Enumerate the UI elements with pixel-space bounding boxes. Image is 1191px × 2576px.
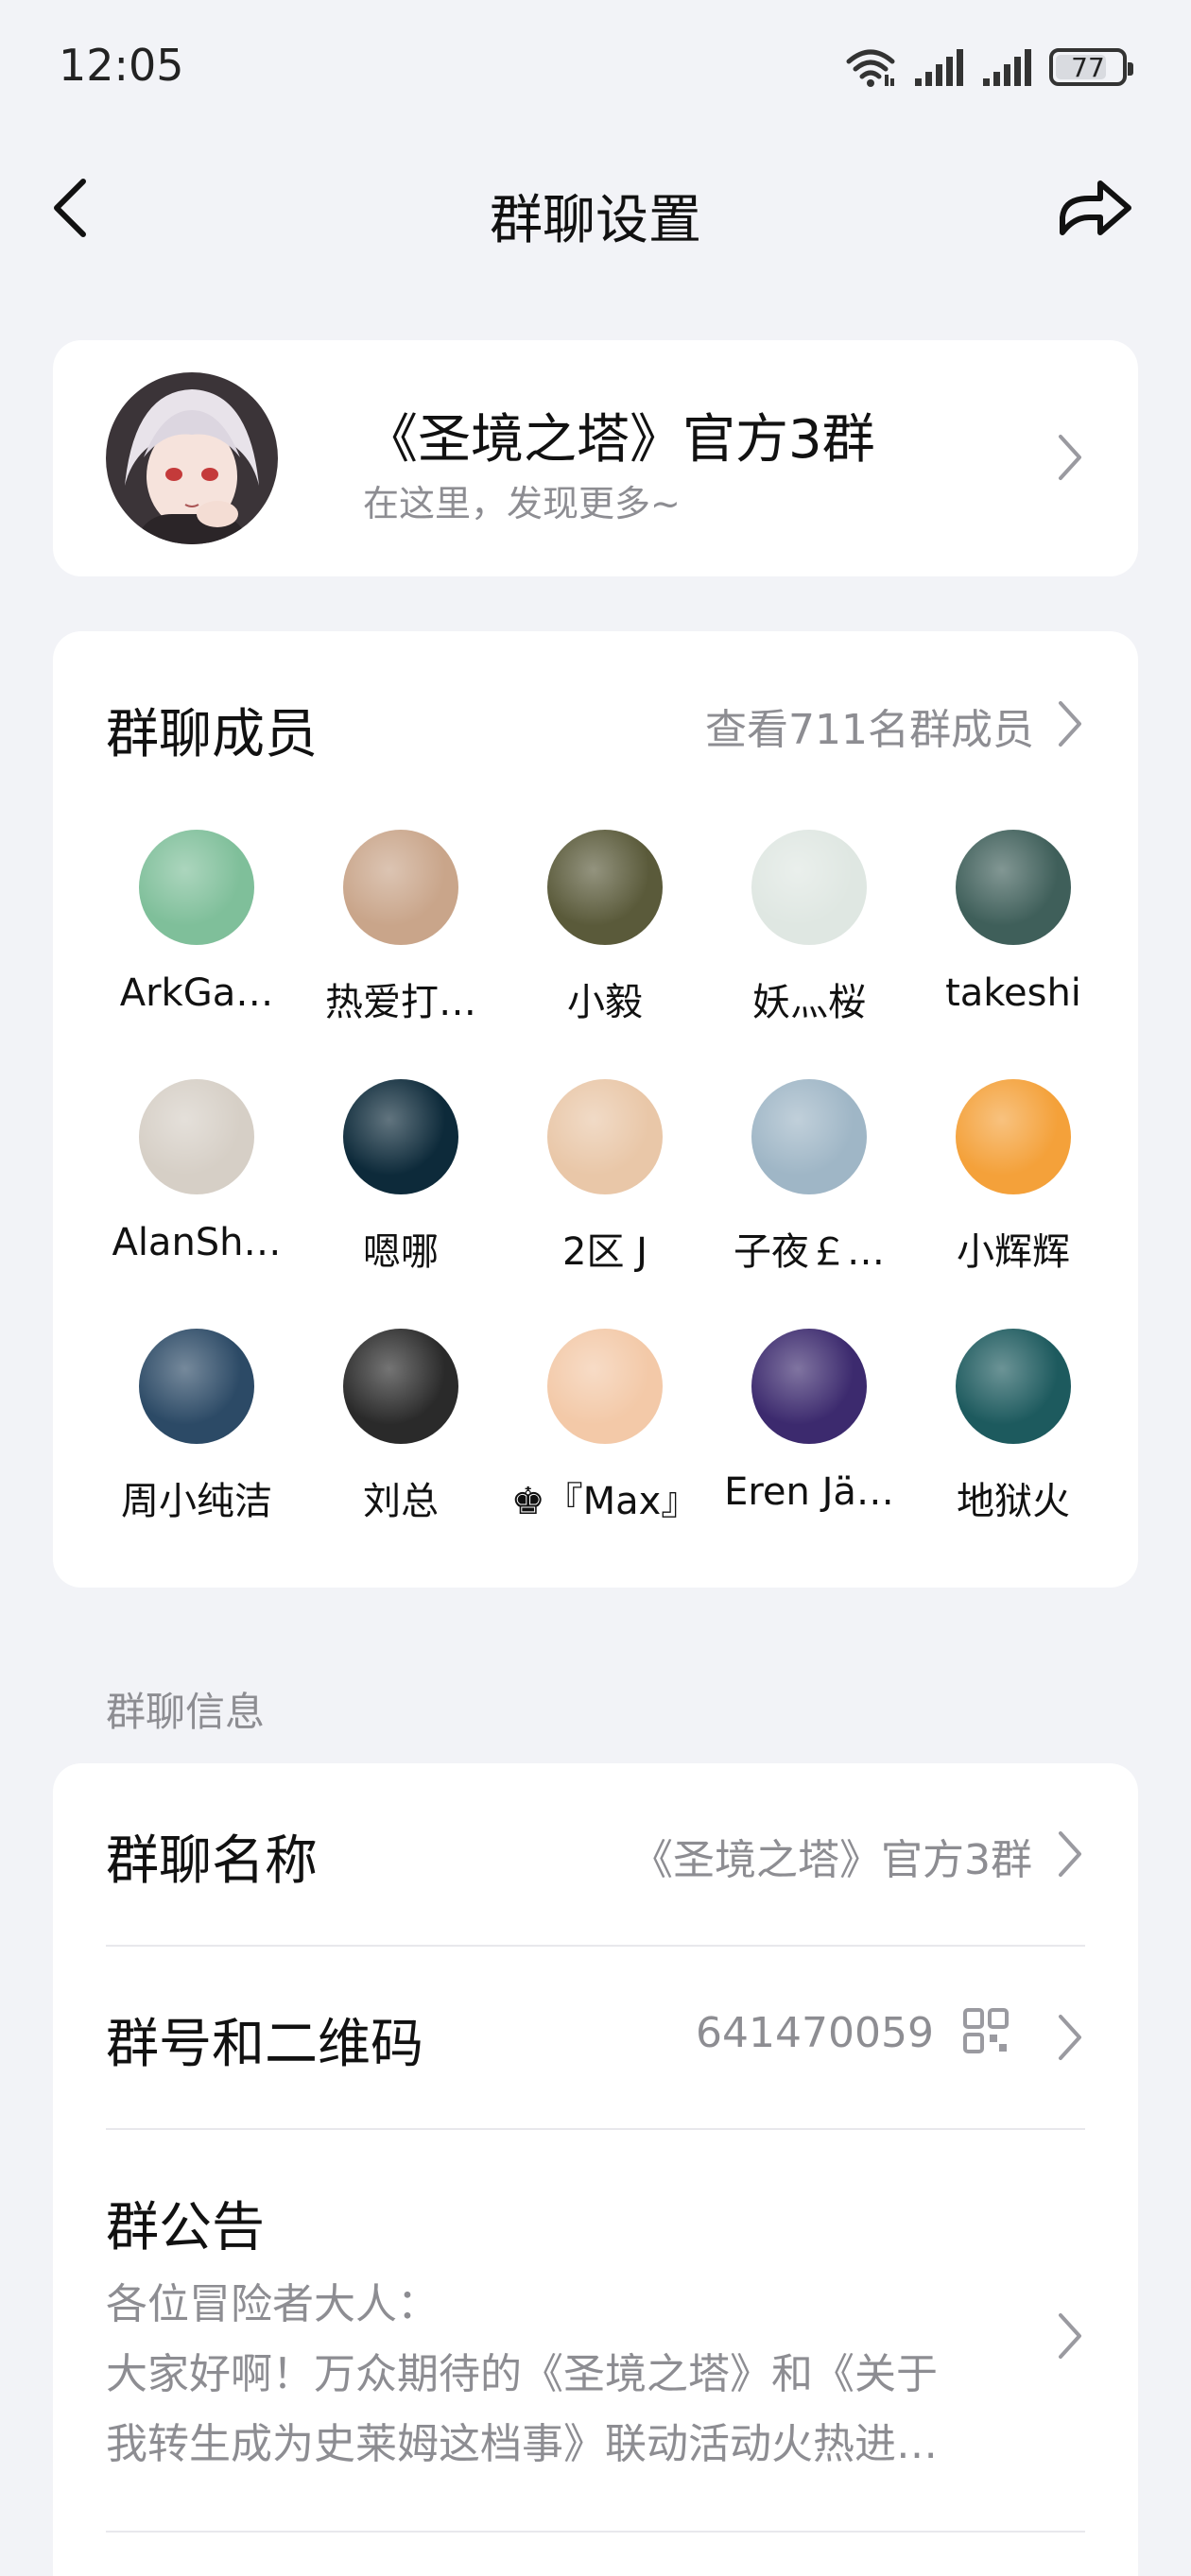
avatar <box>956 830 1071 945</box>
avatar <box>547 830 663 945</box>
member-item[interactable]: 小毅 <box>503 830 707 1039</box>
signal-icon <box>915 49 963 86</box>
avatar <box>751 1079 867 1194</box>
member-item[interactable]: takeshi <box>911 830 1115 1039</box>
group-name: 《圣境之塔》官方3群 <box>365 409 875 471</box>
member-name: 小毅 <box>567 981 643 1024</box>
avatar <box>547 1329 663 1444</box>
divider <box>106 2531 1085 2533</box>
avatar <box>343 830 458 945</box>
group-name-label: 群聊名称 <box>106 1830 318 1892</box>
member-item[interactable]: 妖灬桜 <box>707 830 911 1039</box>
view-all-members-link[interactable]: 查看711名群成员 <box>705 696 1034 756</box>
member-item[interactable]: Eren Jä… <box>707 1329 911 1538</box>
group-name-value: 《圣境之塔》官方3群 <box>631 1836 1032 1884</box>
member-name: 刘总 <box>363 1480 439 1523</box>
member-name: 小辉辉 <box>957 1230 1070 1274</box>
avatar <box>139 830 254 945</box>
member-name: 周小纯洁 <box>121 1480 272 1523</box>
status-icons: 77 <box>845 43 1133 91</box>
chevron-right-icon <box>1059 2015 1081 2060</box>
member-item[interactable]: ♚『Max』 <box>503 1329 707 1538</box>
group-notice-title: 群公告 <box>106 2197 265 2258</box>
group-avatar <box>106 372 278 544</box>
member-name: AlanSh… <box>112 1221 282 1264</box>
member-item[interactable]: AlanSh… <box>95 1079 299 1289</box>
member-name: takeshi <box>945 971 1081 1015</box>
member-name: 嗯哪 <box>363 1230 439 1274</box>
member-item[interactable]: 小辉辉 <box>911 1079 1115 1289</box>
avatar <box>751 1329 867 1444</box>
member-item[interactable]: 刘总 <box>299 1329 503 1538</box>
group-subtitle: 在这里，发现更多~ <box>363 483 681 524</box>
group-id-label: 群号和二维码 <box>106 2014 423 2075</box>
avatar <box>343 1329 458 1444</box>
member-item[interactable]: 地狱火 <box>911 1329 1115 1538</box>
member-item[interactable]: 2区 J <box>503 1079 707 1289</box>
battery-icon: 77 <box>1049 48 1133 86</box>
group-id-row[interactable]: 群号和二维码 641470059 <box>106 1947 1085 2130</box>
section-label-group-info: 群聊信息 <box>106 1689 266 1735</box>
battery-level: 77 <box>1071 51 1105 83</box>
group-name-row[interactable]: 群聊名称 《圣境之塔》官方3群 <box>106 1763 1085 1947</box>
notice-line: 大家好啊！万众期待的《圣境之塔》和《关于 <box>106 2350 938 2398</box>
member-name: 2区 J <box>562 1230 647 1274</box>
signal-icon <box>983 49 1031 86</box>
chevron-right-icon <box>1059 435 1081 480</box>
member-name: 子夜￡… <box>734 1230 885 1274</box>
notice-line: 各位冒险者大人： <box>106 2280 439 2328</box>
avatar <box>547 1079 663 1194</box>
member-name: ArkGa… <box>119 971 274 1015</box>
status-time: 12:05 <box>59 40 184 91</box>
chevron-right-icon[interactable] <box>1055 697 1085 750</box>
member-item[interactable]: 嗯哪 <box>299 1079 503 1289</box>
member-grid: ArkGa… 热爱打… 小毅 妖灬桜 takeshi AlanSh… 嗯哪 2区 J 子夜￡… 小… <box>53 830 1138 1538</box>
members-title: 群聊成员 <box>106 704 318 765</box>
chevron-right-icon <box>1059 2313 1081 2359</box>
member-name: 妖灬桜 <box>752 981 866 1024</box>
avatar <box>343 1079 458 1194</box>
group-header-card[interactable]: 《圣境之塔》官方3群 在这里，发现更多~ <box>53 340 1138 576</box>
member-item[interactable]: 周小纯洁 <box>95 1329 299 1538</box>
avatar <box>956 1079 1071 1194</box>
group-id-value: 641470059 <box>696 2009 934 2057</box>
member-name: ♚『Max』 <box>510 1480 699 1523</box>
member-name: Eren Jä… <box>724 1470 894 1514</box>
group-info-card: 群聊名称 《圣境之塔》官方3群 群号和二维码 641470059 群公告 各位冒… <box>53 1763 1138 2576</box>
member-item[interactable]: 热爱打… <box>299 830 503 1039</box>
qr-code-icon <box>963 2008 1009 2053</box>
status-bar: 12:05 77 <box>0 0 1191 132</box>
group-notice-body[interactable]: 各位冒险者大人： 大家好啊！万众期待的《圣境之塔》和《关于 我转生成为史莱姆这档… <box>106 2270 1051 2480</box>
avatar <box>139 1329 254 1444</box>
nav-bar: 群聊设置 <box>0 142 1191 274</box>
member-item[interactable]: ArkGa… <box>95 830 299 1039</box>
avatar <box>139 1079 254 1194</box>
notice-line: 我转生成为史莱姆这档事》联动活动火热进… <box>106 2420 938 2468</box>
share-icon[interactable] <box>1053 170 1138 246</box>
member-name: 热爱打… <box>325 981 476 1024</box>
chevron-right-icon <box>1059 1831 1081 1877</box>
member-name: 地狱火 <box>957 1480 1070 1523</box>
page-title: 群聊设置 <box>490 190 701 251</box>
wifi-icon <box>846 49 895 87</box>
avatar <box>751 830 867 945</box>
members-card: 群聊成员 查看711名群成员 ArkGa… 热爱打… 小毅 妖灬桜 takeshi Ala… <box>53 631 1138 1588</box>
avatar <box>956 1329 1071 1444</box>
member-item[interactable]: 子夜￡… <box>707 1079 911 1289</box>
